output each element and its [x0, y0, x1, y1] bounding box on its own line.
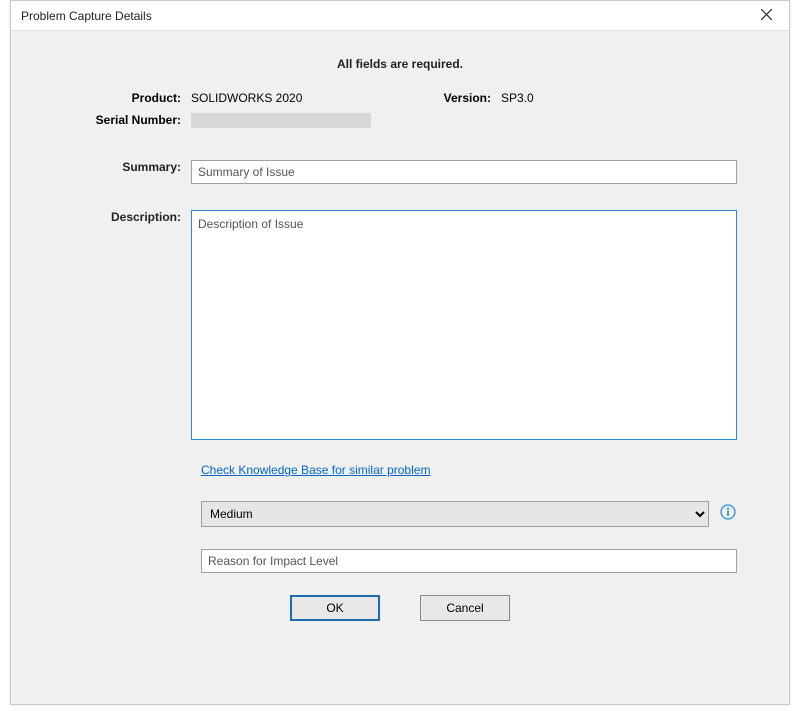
kb-link[interactable]: Check Knowledge Base for similar problem [201, 463, 430, 477]
cancel-button[interactable]: Cancel [420, 595, 510, 621]
dialog-problem-capture: Problem Capture Details All fields are r… [10, 0, 790, 705]
impact-reason-row [201, 549, 737, 573]
serial-redacted [191, 113, 371, 128]
info-icon [720, 504, 736, 525]
dialog-body: All fields are required. Product: SOLIDW… [11, 31, 789, 621]
close-button[interactable] [751, 4, 781, 28]
summary-input[interactable] [191, 160, 737, 184]
product-value: SOLIDWORKS 2020 [191, 89, 421, 105]
impact-select[interactable]: Medium [201, 501, 709, 527]
kb-link-row: Check Knowledge Base for similar problem [201, 461, 737, 479]
description-textarea[interactable]: Description of Issue [191, 210, 737, 440]
window-title: Problem Capture Details [21, 9, 751, 23]
product-version-row: Product: SOLIDWORKS 2020 Version: SP3.0 [39, 89, 761, 105]
close-icon [761, 9, 772, 23]
required-notice: All fields are required. [39, 57, 761, 71]
ok-button[interactable]: OK [290, 595, 380, 621]
titlebar: Problem Capture Details [11, 1, 789, 31]
serial-row: Serial Number: [39, 111, 761, 128]
version-value: SP3.0 [501, 89, 761, 105]
product-label: Product: [39, 89, 191, 105]
button-row: OK Cancel [39, 595, 761, 621]
impact-reason-input[interactable] [201, 549, 737, 573]
summary-label: Summary: [39, 156, 191, 174]
description-row: Description: Description of Issue [39, 206, 761, 443]
impact-row: Medium [201, 501, 737, 527]
serial-label: Serial Number: [39, 111, 191, 128]
impact-info-button[interactable] [719, 505, 737, 523]
description-label: Description: [39, 206, 191, 224]
serial-value [191, 111, 421, 128]
version-label: Version: [421, 89, 501, 105]
summary-row: Summary: [39, 156, 761, 184]
